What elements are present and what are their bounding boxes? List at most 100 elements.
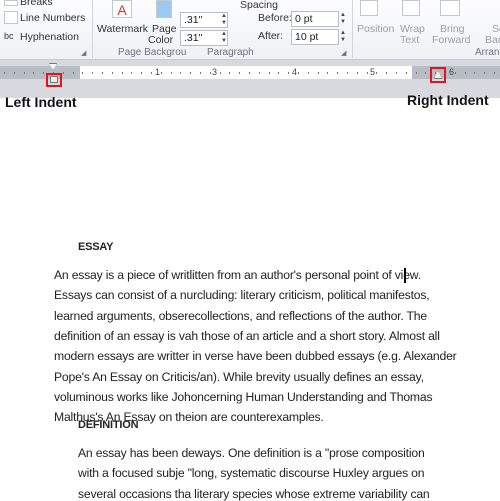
paragraph-launcher-icon[interactable]: ◢ [341, 49, 346, 57]
spacing-after-input[interactable]: 10 pt [291, 29, 339, 45]
left-indent-marker[interactable] [50, 76, 58, 83]
ruler-tick [464, 72, 466, 74]
ruler-tick [258, 72, 260, 74]
ruler-tick [62, 72, 64, 74]
ruler-number: 1 [155, 67, 161, 77]
ruler-tick [494, 72, 495, 74]
breaks-icon [4, 0, 18, 6]
ruler-tick [474, 72, 476, 74]
ruler-tick [209, 72, 211, 74]
ruler-tick [278, 72, 280, 74]
paragraph-line: definition of an essay is vah those of a… [54, 328, 440, 343]
wrap-text-icon [402, 0, 420, 16]
ruler-tick [151, 72, 152, 74]
ruler-tick [317, 72, 319, 74]
paragraph-line: learned arguments, obserecollections, an… [54, 308, 427, 323]
ruler-tick [111, 72, 113, 74]
after-label: After: [258, 30, 284, 42]
ruler-tick [484, 72, 486, 74]
ruler-tick [239, 72, 241, 74]
watermark-button[interactable]: Watermark [97, 23, 148, 35]
ruler-number: 6 [449, 67, 455, 77]
ruler-tick [23, 72, 25, 74]
ruler-tick [415, 72, 417, 74]
ruler-tick [229, 72, 231, 74]
ruler-tick [200, 72, 201, 74]
position-button[interactable]: Position [357, 23, 394, 35]
line-numbers-icon [4, 11, 18, 24]
ruler-tick [219, 72, 221, 74]
line-numbers-button[interactable]: Line Numbers [20, 12, 85, 24]
ruler-tick [160, 72, 162, 74]
ruler-tick [190, 72, 192, 74]
ruler-tick [405, 72, 407, 74]
ruler-tick [72, 72, 74, 74]
ruler-number: 4 [292, 67, 298, 77]
ruler-tick [131, 72, 133, 74]
before-label: Before: [258, 12, 292, 24]
ruler-tick [337, 72, 339, 74]
ruler-tick [307, 72, 309, 74]
left-indent-callout: Left Indent [5, 94, 77, 110]
hyphenation-icon: bc [4, 31, 14, 41]
ruler-tick [425, 72, 427, 74]
heading-definition: DEFINITION [78, 419, 139, 431]
ruler-number: 3 [212, 67, 218, 77]
paragraph-line: modern essays are writter in verse have … [54, 349, 457, 364]
page-color-label: Color [148, 34, 174, 46]
group-label-arrange: Arrang [475, 47, 500, 58]
wrap-text-label: Text [400, 34, 420, 46]
text-cursor [404, 268, 406, 283]
paragraph-line: Essays can consist of a nurcluding: lite… [54, 288, 430, 303]
ruler-tick [356, 72, 358, 74]
heading-essay: ESSAY [78, 241, 114, 253]
right-indent-callout: Right Indent [407, 92, 489, 108]
ruler-tick [13, 72, 15, 74]
send-backward-label: Backw [485, 34, 500, 46]
group-label-paragraph: Paragraph [207, 47, 254, 58]
bring-forward-label: Forward [432, 34, 471, 46]
paragraph-line: Pope's An Essay on Criticis/an). While b… [54, 369, 424, 384]
ruler-tick [33, 72, 35, 74]
ruler-tick [43, 72, 45, 74]
page-color-icon [156, 0, 172, 18]
spacing-before-input[interactable]: 0 pt [291, 11, 339, 27]
paragraph-line: voluminous works like Johoncerning Human… [54, 389, 433, 404]
ruler-tick [376, 72, 378, 74]
paragraph-line: several occasions tha literary species w… [78, 486, 430, 501]
ruler-tick [298, 72, 299, 74]
ruler-tick [454, 72, 456, 74]
ruler-tick [396, 72, 397, 74]
paragraph-line: with a focused subje "long, systematic d… [78, 466, 425, 481]
group-divider [92, 0, 93, 58]
watermark-icon: A [112, 0, 132, 18]
spacing-label: Spacing [240, 0, 278, 11]
ruler-tick [268, 72, 270, 74]
group-divider [352, 0, 353, 58]
breaks-button[interactable]: Breaks [20, 0, 53, 8]
ruler-tick [92, 72, 94, 74]
page-setup-launcher-icon[interactable]: ◢ [81, 49, 86, 57]
spacing-before-spinner[interactable]: ▲ ▼ [340, 12, 346, 26]
ruler-tick [121, 72, 123, 74]
position-icon [360, 0, 378, 16]
ruler-text-area [80, 66, 412, 79]
ruler-tick [366, 72, 368, 74]
hyphenation-button[interactable]: Hyphenation [20, 31, 79, 43]
ruler-tick [102, 72, 103, 74]
paragraph-line: An essay is a piece of writlitten from a… [54, 268, 421, 282]
ruler-tick [288, 72, 290, 74]
ruler-tick [180, 72, 182, 74]
ruler-tick [141, 72, 143, 74]
ruler-tick [170, 72, 172, 74]
spacing-after-spinner[interactable]: ▲ ▼ [340, 30, 346, 44]
paragraph-line: An essay has been deways. One definition… [78, 446, 425, 460]
ruler-tick [327, 72, 329, 74]
ruler-tick [386, 72, 388, 74]
indent-right-spinner[interactable]: ▲ ▼ [221, 31, 227, 45]
indent-left-spinner[interactable]: ▲ ▼ [221, 13, 227, 27]
bring-forward-icon [440, 0, 460, 16]
ruler-tick [249, 72, 250, 74]
ruler-tick [4, 72, 5, 74]
ruler-number: 5 [370, 67, 376, 77]
